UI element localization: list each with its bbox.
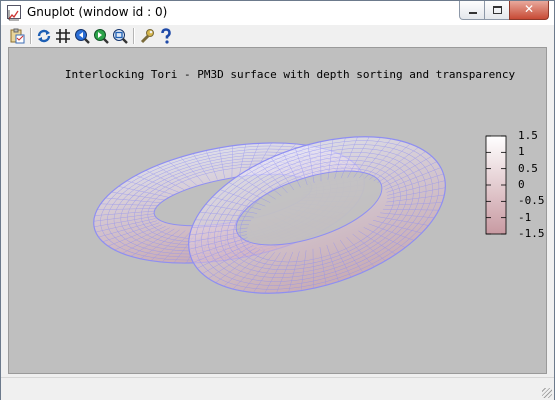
gnuplot-app-icon[interactable] (7, 5, 21, 21)
toolbar (1, 25, 554, 47)
resize-grip[interactable] (542, 388, 552, 398)
colorbox-tick-label: -0.5 (518, 194, 545, 207)
close-button[interactable]: ✕ (509, 1, 549, 20)
colorbox-tick-label: 0 (518, 178, 525, 191)
help-icon[interactable] (158, 28, 174, 44)
maximize-button[interactable] (484, 1, 510, 20)
title-bar[interactable]: Gnuplot (window id : 0) ✕ (1, 1, 554, 25)
window-title: Gnuplot (window id : 0) (27, 5, 168, 19)
zoom-next-icon[interactable] (93, 28, 109, 44)
colorbox-tick-label: 1.5 (518, 129, 538, 142)
plot-canvas[interactable]: Interlocking Tori - PM3D surface with de… (8, 47, 547, 374)
zoom-previous-icon[interactable] (74, 28, 90, 44)
copy-to-clipboard-icon[interactable] (9, 28, 25, 44)
replot-icon[interactable] (36, 28, 52, 44)
minimize-button[interactable] (459, 1, 485, 20)
gnuplot-window: Gnuplot (window id : 0) ✕ Interlocking T… (0, 0, 555, 400)
toolbar-separator (30, 28, 32, 44)
status-bar (1, 377, 554, 400)
colorbox-tick-label: -1 (518, 211, 531, 224)
colorbox-tick-label: 0.5 (518, 162, 538, 175)
colorbox-tick-label: -1.5 (518, 227, 545, 240)
toolbar-separator (133, 28, 135, 44)
torus-right (188, 136, 446, 294)
colorbox-tick-label: 1 (518, 145, 525, 158)
grid-icon[interactable] (55, 28, 71, 44)
wrench-options-icon[interactable] (139, 28, 155, 44)
unzoom-icon[interactable] (112, 28, 128, 44)
plot-graphics: Interlocking Tori - PM3D surface with de… (65, 68, 545, 294)
close-icon: ✕ (523, 2, 535, 16)
plot-title: Interlocking Tori - PM3D surface with de… (65, 68, 516, 81)
